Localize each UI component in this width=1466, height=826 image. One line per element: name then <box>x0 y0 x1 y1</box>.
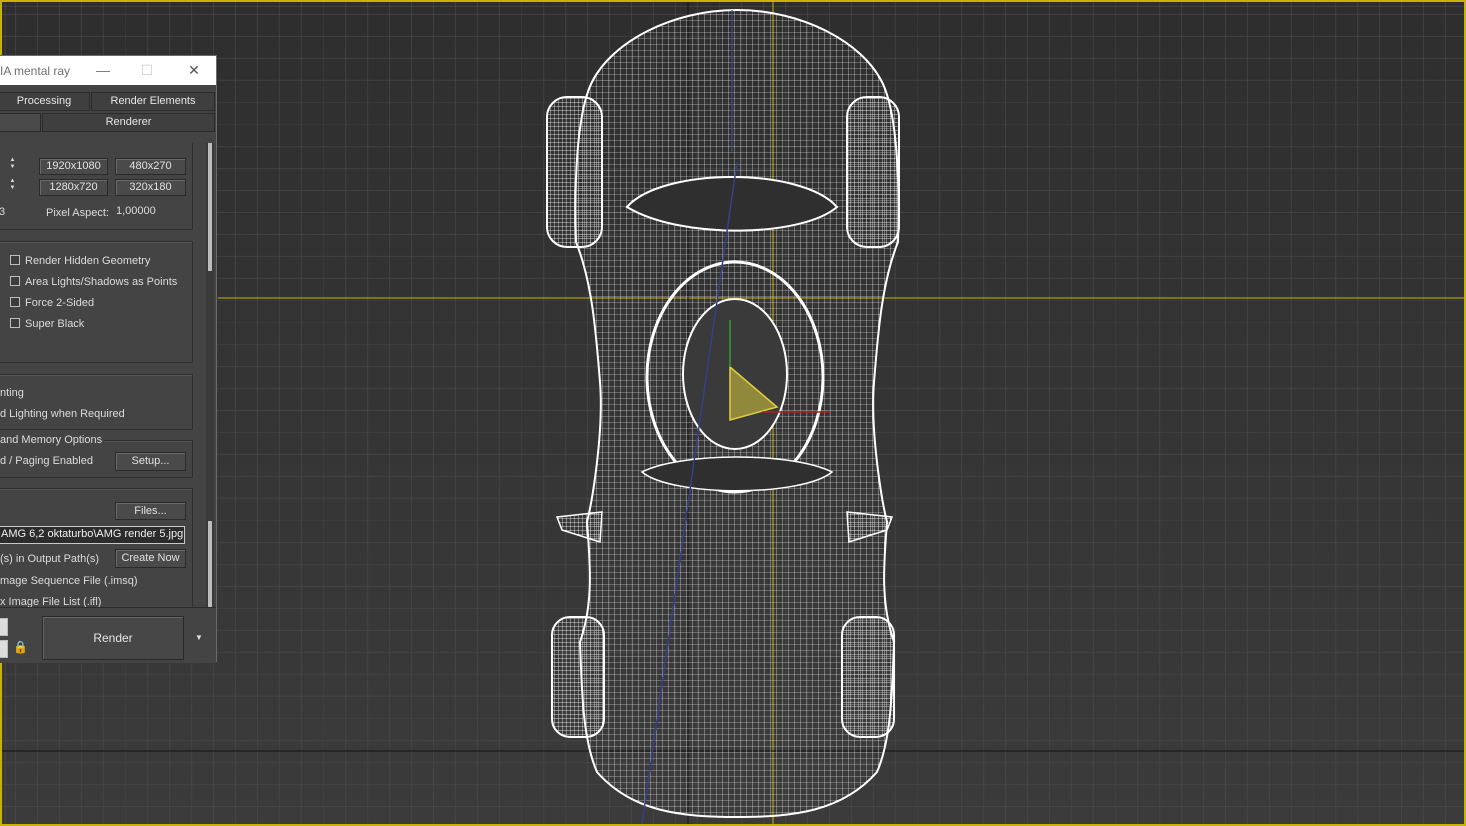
render-setup-dialog: IA mental ray — ☐ ✕ Processing Render El… <box>0 55 217 663</box>
tab-processing[interactable]: Processing <box>0 92 90 111</box>
tab-common[interactable] <box>0 113 41 132</box>
width-spinner[interactable]: ▲ ▼ <box>8 157 17 172</box>
tab-render-elements[interactable]: Render Elements <box>91 92 215 111</box>
minimize-icon[interactable]: — <box>94 62 112 78</box>
output-paths-label: (s) in Output Path(s) <box>0 553 100 565</box>
settings-scrollbar[interactable] <box>206 143 214 607</box>
render-dropdown-icon[interactable]: ▼ <box>190 616 208 660</box>
preset-480x270-button[interactable]: 480x270 <box>115 158 186 175</box>
wheel-front-right <box>846 96 900 248</box>
super-black-checkbox[interactable] <box>10 318 20 328</box>
render-hidden-geometry-label: Render Hidden Geometry <box>25 255 151 267</box>
maximize-icon[interactable]: ☐ <box>138 62 156 78</box>
imsq-label[interactable]: mage Sequence File (.imsq) <box>0 575 138 587</box>
wheel-rear-left <box>551 616 605 738</box>
render-hidden-geometry-checkbox[interactable] <box>10 255 20 265</box>
advanced-lighting-group <box>0 374 193 430</box>
tab-renderer[interactable]: Renderer <box>42 113 215 132</box>
area-lights-label: Area Lights/Shadows as Points <box>25 276 178 288</box>
tabs-row-2: Renderer <box>0 112 216 133</box>
car-wireframe[interactable] <box>2 2 1464 824</box>
wheel-rear-right <box>841 616 895 738</box>
create-now-button[interactable]: Create Now <box>115 549 186 568</box>
pixel-aspect-field[interactable]: 1,00000 <box>116 205 156 217</box>
title-bar[interactable]: IA mental ray — ☐ ✕ <box>0 56 216 85</box>
height-spinner[interactable]: ▲ ▼ <box>8 178 17 193</box>
wheel-front-left <box>546 96 603 248</box>
view-dropdown[interactable] <box>0 640 8 658</box>
files-button[interactable]: Files... <box>115 502 186 520</box>
force-2-sided-checkbox[interactable] <box>10 297 20 307</box>
output-path-field[interactable]: AMG 6,2 oktaturbo\AMG render 5.jpg <box>0 526 185 544</box>
image-aspect-value: 3 <box>0 206 6 218</box>
paging-enabled-label[interactable]: d / Paging Enabled <box>0 455 93 467</box>
scrollbar-marker <box>208 521 212 607</box>
mirror-left <box>555 511 603 544</box>
preset-dropdown[interactable] <box>0 618 8 636</box>
tabs-row-1: Processing Render Elements <box>0 91 216 112</box>
force-2-sided-label: Force 2-Sided <box>25 297 95 309</box>
close-icon[interactable]: ✕ <box>185 62 203 78</box>
render-bar: 🔒 Render ▼ <box>0 607 216 663</box>
viewport-top[interactable] <box>0 0 1466 826</box>
preset-1920x1080-button[interactable]: 1920x1080 <box>39 158 108 175</box>
area-lights-checkbox[interactable] <box>10 276 20 286</box>
settings-panel: ▲ ▼ ▲ ▼ 1920x1080 480x270 1280x720 320x180… <box>0 143 207 607</box>
ifl-label[interactable]: x Image File List (.ifl) <box>0 596 101 607</box>
preset-320x180-button[interactable]: 320x180 <box>115 179 186 196</box>
setup-button[interactable]: Setup... <box>115 452 186 471</box>
scrollbar-thumb[interactable] <box>208 143 212 271</box>
advanced-lighting-label[interactable]: nting <box>0 387 24 399</box>
pixel-aspect-label: Pixel Aspect: <box>46 207 109 219</box>
render-button[interactable]: Render <box>42 616 184 660</box>
lock-icon[interactable]: 🔒 <box>13 640 28 654</box>
preset-1280x720-button[interactable]: 1280x720 <box>39 179 108 196</box>
dialog-title: IA mental ray <box>0 64 71 78</box>
memory-group-label: and Memory Options <box>0 434 105 446</box>
super-black-label: Super Black <box>25 318 85 330</box>
compute-lighting-label[interactable]: d Lighting when Required <box>0 408 125 420</box>
